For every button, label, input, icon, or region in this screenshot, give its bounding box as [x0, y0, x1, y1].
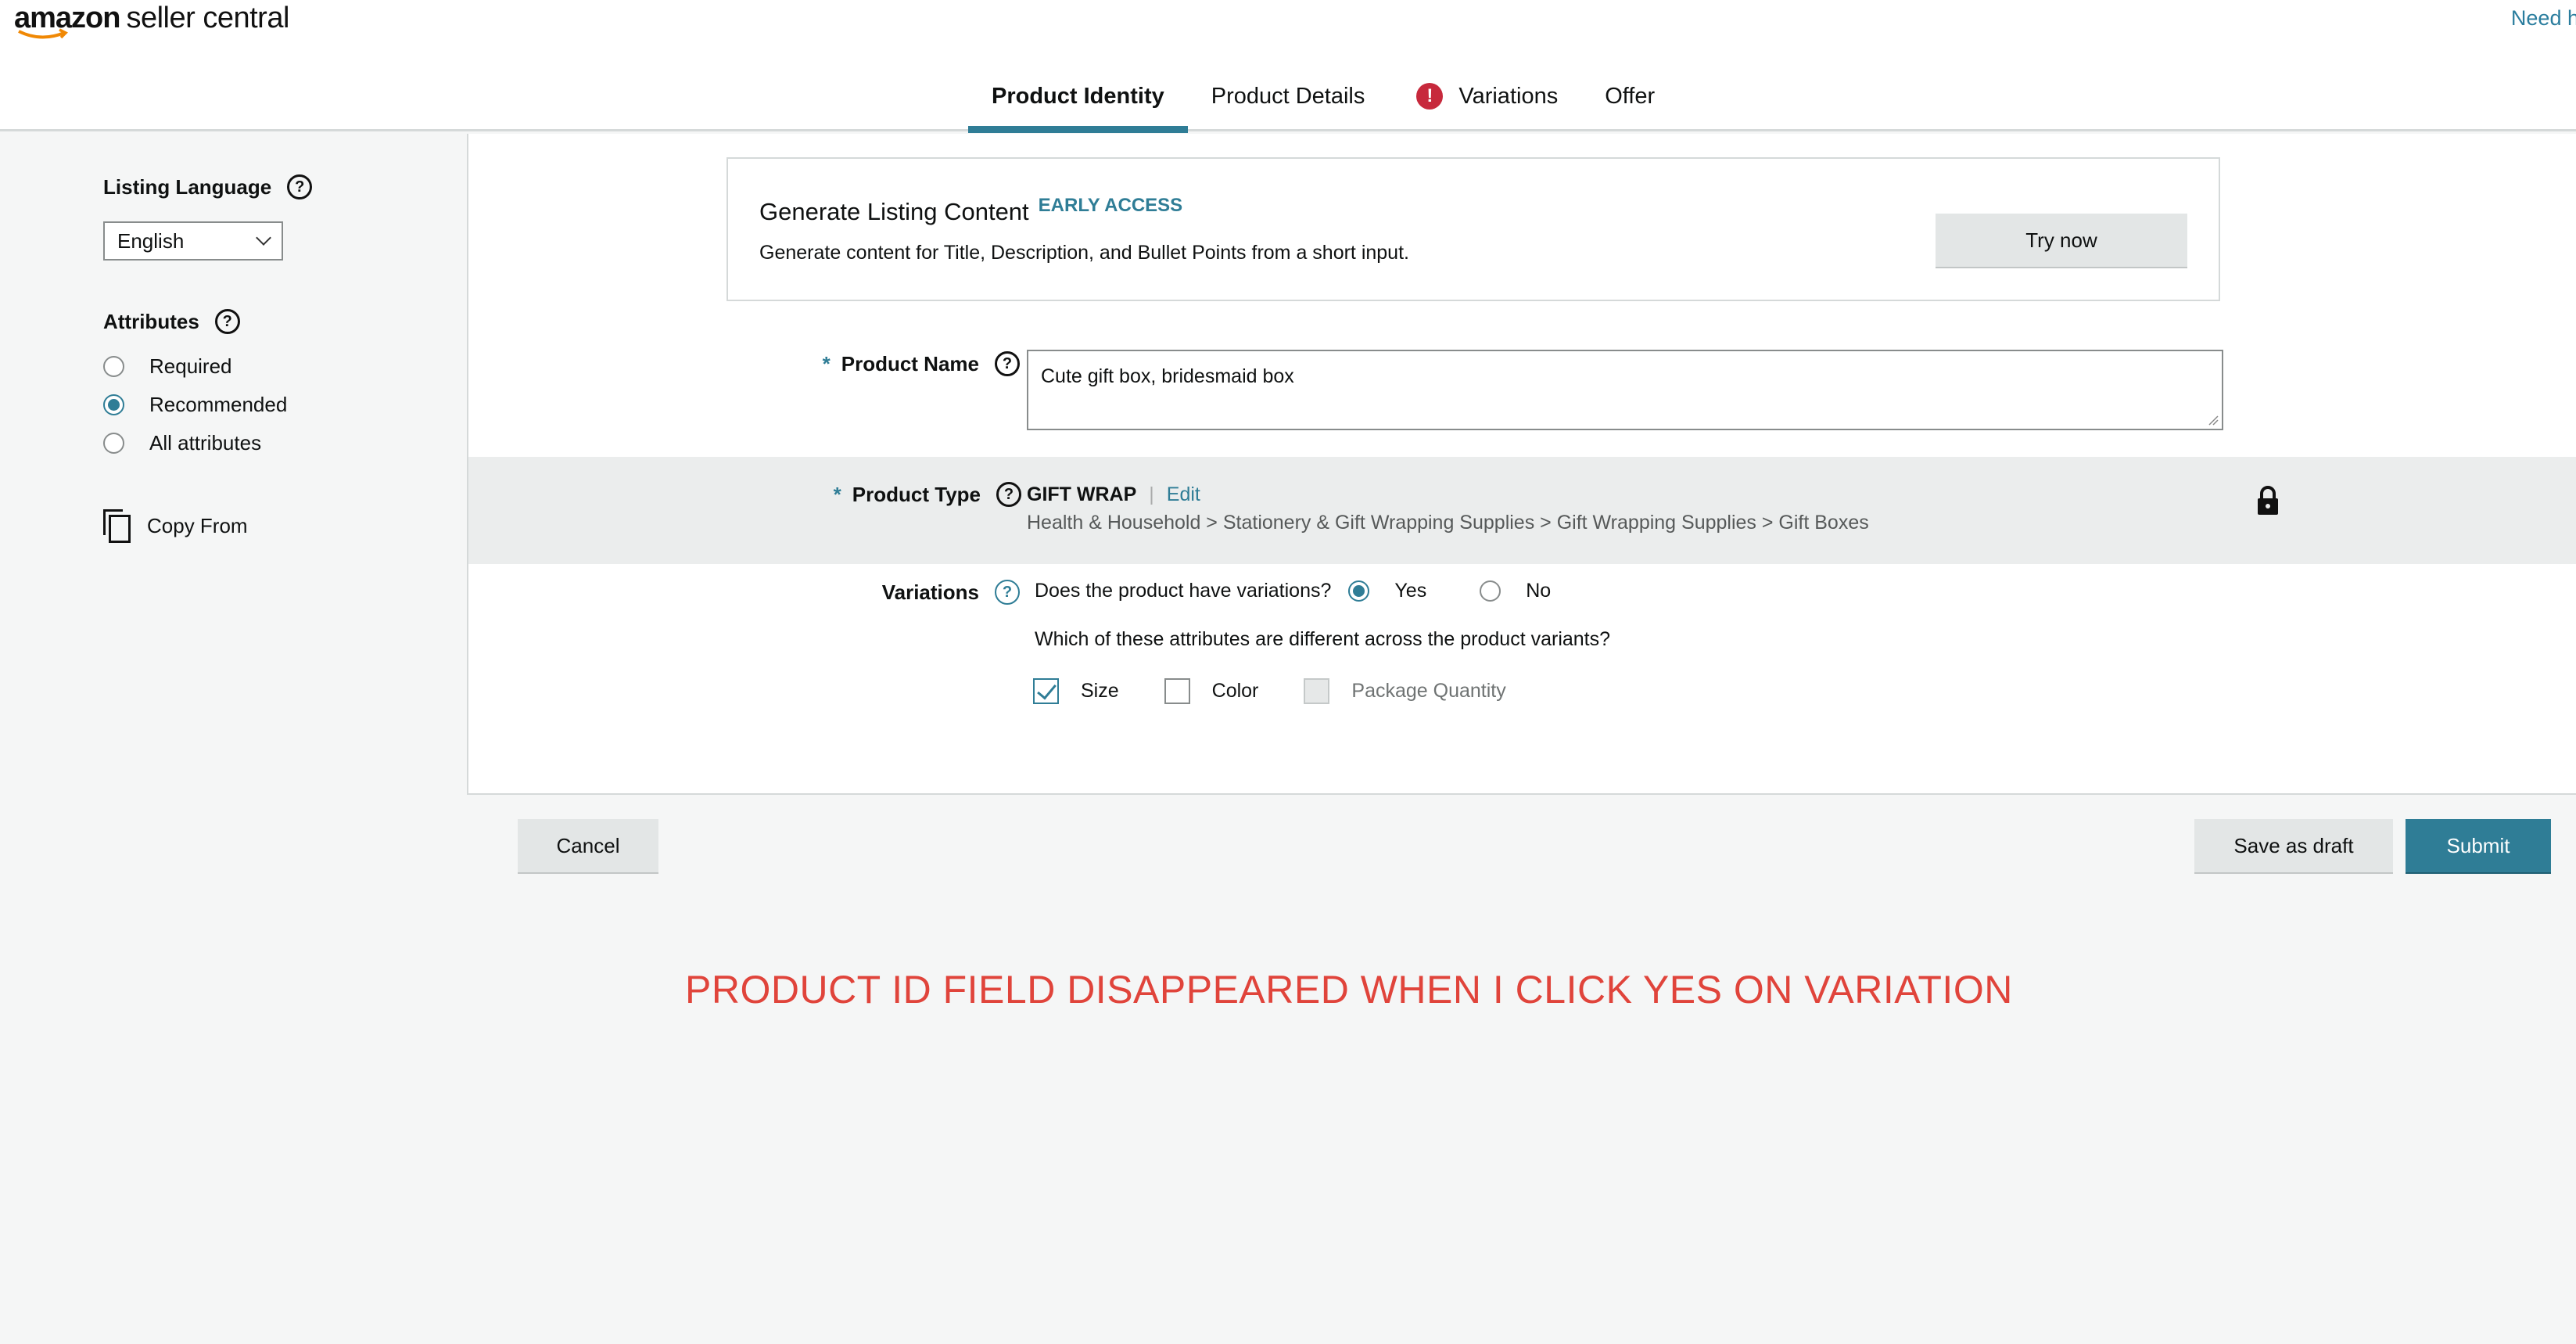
variations-question-text: Does the product have variations?	[1035, 580, 1332, 602]
radio-button[interactable]	[1348, 580, 1370, 602]
generate-description: Generate content for Title, Description,…	[759, 242, 1409, 264]
amazon-smile-icon	[18, 28, 68, 39]
resize-handle-icon[interactable]	[2208, 415, 2219, 426]
attributes-heading: Attributes ?	[103, 309, 240, 334]
help-icon[interactable]: ?	[995, 351, 1020, 376]
language-value: English	[117, 228, 185, 253]
radio-button[interactable]	[103, 433, 124, 454]
help-icon[interactable]: ?	[995, 580, 1020, 605]
tab-label: Product Identity	[992, 83, 1164, 109]
variations-no-option[interactable]: No	[1480, 580, 1551, 602]
radio-button[interactable]	[1480, 580, 1501, 602]
product-name-value: Cute gift box, bridesmaid box	[1041, 365, 1294, 387]
has-variations-question: Does the product have variations? Yes No	[1035, 580, 1551, 602]
generate-title-text: Generate Listing Content	[759, 198, 1029, 225]
required-marker: *	[822, 351, 831, 376]
listing-language-select[interactable]: English	[103, 221, 283, 261]
filter-label: All attributes	[149, 431, 262, 455]
listing-language-label: Listing Language	[103, 174, 272, 199]
separator: |	[1149, 483, 1154, 505]
help-icon[interactable]: ?	[214, 309, 240, 334]
variations-label-text: Variations	[881, 580, 979, 604]
checkbox[interactable]	[1164, 678, 1190, 704]
copy-from-link[interactable]: Copy From	[103, 509, 248, 543]
checkbox[interactable]	[1033, 678, 1059, 704]
tab-product-identity[interactable]: Product Identity	[968, 61, 1188, 133]
package-quantity-label: Package Quantity	[1351, 680, 1506, 702]
left-sidebar: Listing Language ? English Attributes ? …	[0, 134, 467, 795]
chevron-down-icon	[256, 230, 271, 246]
required-marker: *	[833, 482, 841, 506]
product-type-code: GIFT WRAP	[1027, 483, 1137, 505]
no-label: No	[1526, 580, 1552, 602]
size-label: Size	[1081, 680, 1119, 702]
tab-label: Variations	[1458, 83, 1559, 109]
copy-from-label: Copy From	[147, 513, 248, 537]
checkbox	[1304, 678, 1330, 704]
submit-button[interactable]: Submit	[2406, 819, 2551, 874]
listing-tabs: Product Identity Product Details ! Varia…	[968, 61, 1678, 133]
product-type-label: * Product Type ?	[834, 482, 1021, 507]
lock-icon	[2258, 486, 2278, 515]
tab-label: Product Details	[1211, 83, 1365, 109]
save-as-draft-button[interactable]: Save as draft	[2194, 819, 2393, 874]
help-icon[interactable]: ?	[996, 482, 1021, 507]
attribute-size-option[interactable]: Size	[1033, 678, 1119, 704]
copy-icon	[103, 509, 131, 543]
early-access-badge: EARLY ACCESS	[1038, 195, 1183, 216]
tab-variations[interactable]: ! Variations	[1388, 61, 1581, 131]
product-type-value: GIFT WRAP | Edit	[1027, 483, 1200, 506]
radio-button[interactable]	[103, 356, 124, 377]
annotation-text: PRODUCT ID FIELD DISAPPEARED WHEN I CLIC…	[685, 968, 2013, 1012]
product-name-input[interactable]: Cute gift box, bridesmaid box	[1027, 350, 2223, 430]
tab-offer[interactable]: Offer	[1581, 61, 1678, 131]
help-icon[interactable]: ?	[287, 174, 313, 199]
generate-listing-card: Generate Listing Content EARLY ACCESS Ge…	[727, 157, 2220, 301]
tab-product-details[interactable]: Product Details	[1188, 61, 1389, 131]
product-type-path: Health & Household > Stationery & Gift W…	[1027, 512, 1869, 534]
product-name-label: * Product Name ?	[823, 351, 1020, 376]
color-label: Color	[1211, 680, 1259, 702]
try-now-button[interactable]: Try now	[1936, 214, 2187, 268]
product-type-row: * Product Type ? GIFT WRAP | Edit Health…	[468, 457, 2576, 564]
yes-label: Yes	[1394, 580, 1427, 602]
tab-label: Offer	[1605, 83, 1656, 109]
listing-form: Generate Listing Content EARLY ACCESS Ge…	[467, 134, 2576, 795]
attributes-label: Attributes	[103, 309, 199, 333]
attribute-color-option[interactable]: Color	[1164, 678, 1259, 704]
edit-product-type-link[interactable]: Edit	[1167, 483, 1200, 506]
error-icon: !	[1416, 83, 1444, 110]
filter-all-attributes[interactable]: All attributes	[103, 431, 261, 455]
top-header: amazon seller central Need h Product Ide…	[0, 0, 2576, 133]
variant-attributes-question: Which of these attributes are different …	[1035, 628, 1611, 650]
filter-label: Recommended	[149, 393, 288, 416]
need-help-link[interactable]: Need h	[2511, 6, 2576, 31]
filter-required[interactable]: Required	[103, 354, 232, 379]
logo-seller-central-text: seller central	[126, 2, 289, 34]
variant-attributes-options: Size Color Package Quantity	[1033, 678, 1506, 704]
product-type-label-text: Product Type	[852, 482, 981, 506]
variations-label: Variations ?	[882, 580, 1020, 605]
product-name-label-text: Product Name	[841, 351, 979, 376]
cancel-button[interactable]: Cancel	[518, 819, 658, 874]
filter-label: Required	[149, 354, 232, 378]
attribute-package-quantity-option: Package Quantity	[1304, 678, 1506, 704]
variations-yes-option[interactable]: Yes	[1348, 580, 1426, 602]
filter-recommended[interactable]: Recommended	[103, 393, 287, 417]
radio-button[interactable]	[103, 394, 124, 415]
listing-language-heading: Listing Language ?	[103, 174, 313, 199]
generate-title: Generate Listing Content EARLY ACCESS	[759, 195, 1183, 226]
